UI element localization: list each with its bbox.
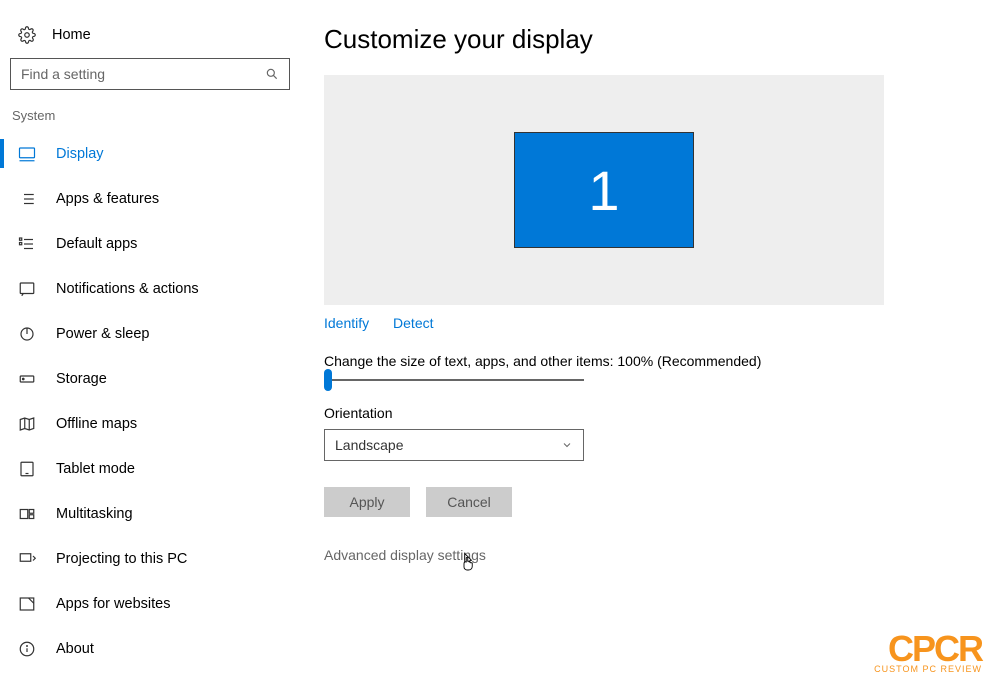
tablet-icon	[18, 460, 36, 478]
orientation-select[interactable]: Landscape	[324, 429, 584, 461]
sidebar-item-label: Storage	[56, 371, 107, 387]
main-content: Customize your display 1 Identify Detect…	[300, 0, 1000, 692]
map-icon	[18, 415, 36, 433]
monitor-number: 1	[588, 158, 619, 223]
sidebar-item-power-sleep[interactable]: Power & sleep	[0, 311, 300, 356]
sidebar-item-about[interactable]: About	[0, 626, 300, 671]
page-title: Customize your display	[324, 24, 960, 55]
sidebar-item-projecting[interactable]: Projecting to this PC	[0, 536, 300, 581]
chevron-down-icon	[561, 439, 573, 451]
advanced-display-settings-link[interactable]: Advanced display settings	[324, 547, 486, 563]
sidebar-item-label: Projecting to this PC	[56, 551, 187, 567]
identify-link[interactable]: Identify	[324, 315, 369, 331]
sidebar-item-default-apps[interactable]: Default apps	[0, 221, 300, 266]
list-icon	[18, 190, 36, 208]
sidebar-item-notifications[interactable]: Notifications & actions	[0, 266, 300, 311]
projecting-icon	[18, 550, 36, 568]
search-icon	[265, 67, 279, 81]
sidebar-item-apps-websites[interactable]: Apps for websites	[0, 581, 300, 626]
home-label: Home	[52, 27, 91, 43]
sidebar-item-label: About	[56, 641, 94, 657]
sidebar-item-tablet-mode[interactable]: Tablet mode	[0, 446, 300, 491]
section-label: System	[0, 104, 300, 131]
watermark-logo: CPCR	[874, 635, 982, 664]
scale-slider[interactable]	[324, 379, 584, 381]
scale-label: Change the size of text, apps, and other…	[324, 353, 960, 369]
watermark-subtext: CUSTOM PC REVIEW	[874, 664, 982, 674]
sidebar-item-label: Notifications & actions	[56, 281, 199, 297]
default-apps-icon	[18, 235, 36, 253]
sidebar-item-label: Display	[56, 146, 104, 162]
detect-link[interactable]: Detect	[393, 315, 433, 331]
sidebar-item-offline-maps[interactable]: Offline maps	[0, 401, 300, 446]
info-icon	[18, 640, 36, 658]
sidebar-item-label: Offline maps	[56, 416, 137, 432]
apply-button[interactable]: Apply	[324, 487, 410, 517]
sidebar-item-label: Multitasking	[56, 506, 133, 522]
search-input[interactable]	[21, 66, 265, 82]
sidebar-item-label: Tablet mode	[56, 461, 135, 477]
slider-thumb[interactable]	[324, 369, 332, 391]
sidebar-item-storage[interactable]: Storage	[0, 356, 300, 401]
storage-icon	[18, 370, 36, 388]
sidebar-item-label: Power & sleep	[56, 326, 150, 342]
monitor-1[interactable]: 1	[514, 132, 694, 248]
orientation-value: Landscape	[335, 437, 404, 453]
sidebar-item-display[interactable]: Display	[0, 131, 300, 176]
gear-icon	[18, 26, 36, 44]
display-preview[interactable]: 1	[324, 75, 884, 305]
power-icon	[18, 325, 36, 343]
sidebar-item-label: Apps for websites	[56, 596, 170, 612]
orientation-label: Orientation	[324, 405, 960, 421]
slider-track	[324, 379, 584, 381]
sidebar-item-multitasking[interactable]: Multitasking	[0, 491, 300, 536]
home-nav[interactable]: Home	[0, 20, 300, 58]
watermark: CPCR CUSTOM PC REVIEW	[874, 635, 982, 674]
monitor-icon	[18, 145, 36, 163]
cancel-button[interactable]: Cancel	[426, 487, 512, 517]
sidebar-item-label: Default apps	[56, 236, 137, 252]
sidebar-item-apps-features[interactable]: Apps & features	[0, 176, 300, 221]
apps-websites-icon	[18, 595, 36, 613]
notifications-icon	[18, 280, 36, 298]
settings-sidebar: Home System Display Apps & f	[0, 0, 300, 692]
multitasking-icon	[18, 505, 36, 523]
search-box[interactable]	[10, 58, 290, 90]
sidebar-item-label: Apps & features	[56, 191, 159, 207]
